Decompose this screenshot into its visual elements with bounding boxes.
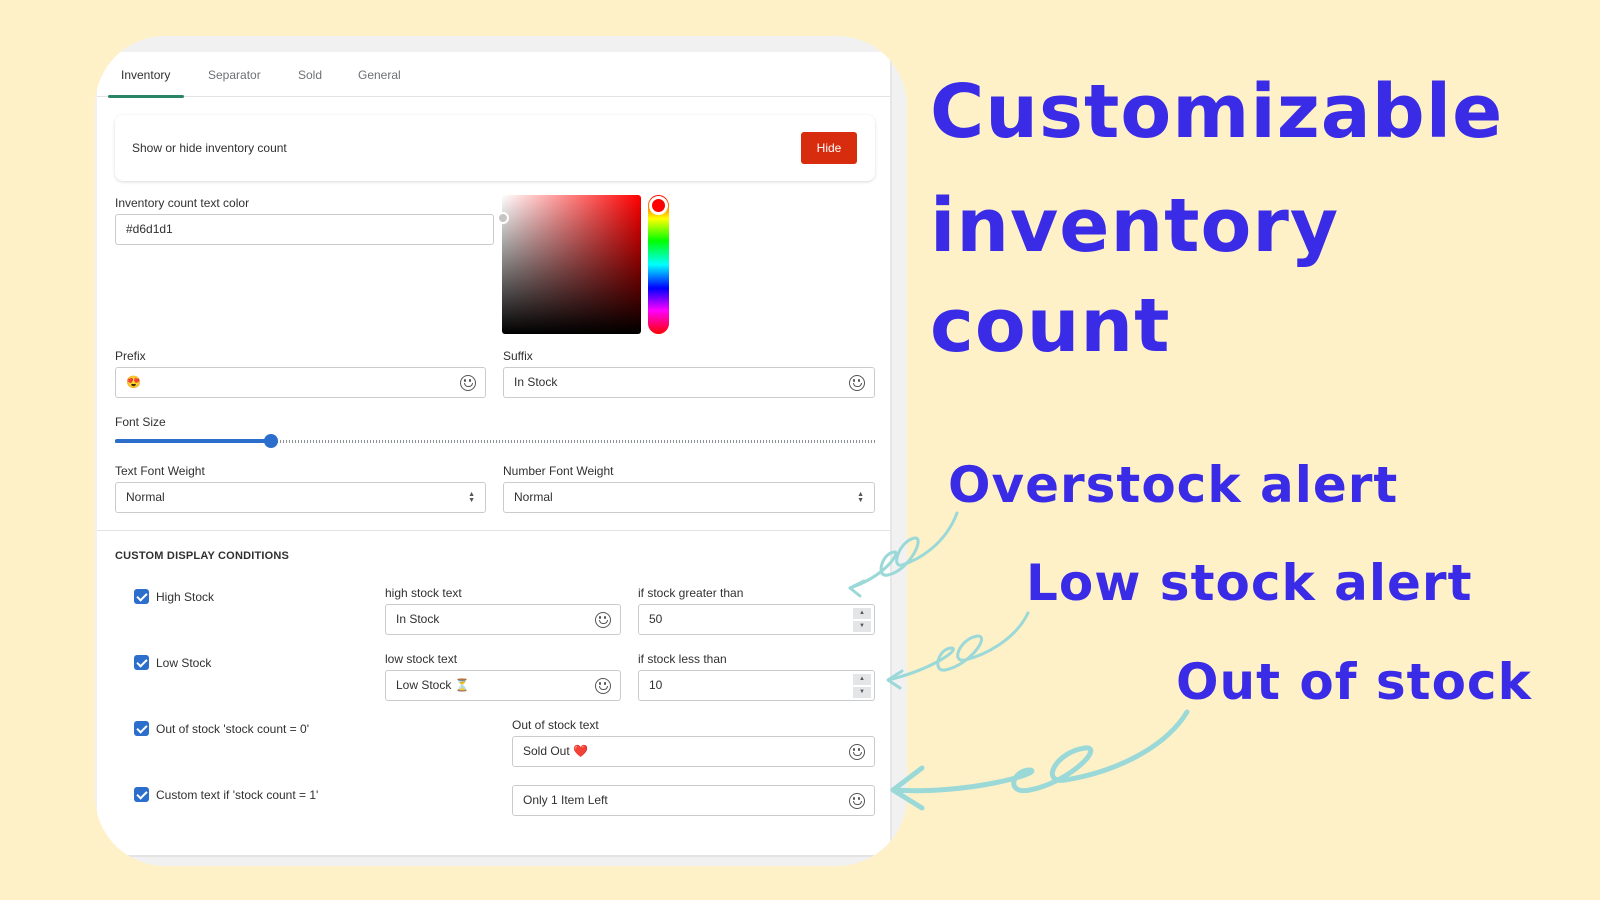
hue-handle[interactable] [649, 196, 668, 215]
high-threshold-value: 50 [649, 612, 663, 626]
emoji-picker-icon[interactable] [460, 375, 476, 391]
high-stock-label: High Stock [156, 590, 215, 604]
callout-out-of-stock: Out of stock [1176, 653, 1532, 711]
emoji-picker-icon[interactable] [849, 375, 865, 391]
decrement-button[interactable]: ▼ [853, 687, 871, 698]
out-of-stock-checkbox[interactable] [134, 721, 149, 736]
prefix-label: Prefix [115, 349, 146, 363]
visibility-label: Show or hide inventory count [132, 141, 287, 155]
low-stock-text-input[interactable]: Low Stock ⏳ [385, 670, 621, 701]
slider-fill [115, 439, 271, 443]
increment-button[interactable]: ▲ [853, 674, 871, 685]
tab-general[interactable]: General [358, 52, 401, 97]
visibility-card: Show or hide inventory count Hide [115, 115, 875, 181]
one-left-text-input[interactable]: Only 1 Item Left [512, 785, 875, 816]
emoji-picker-icon[interactable] [849, 744, 865, 760]
select-arrows-icon: ▲ ▼ [468, 491, 475, 504]
slider-thumb[interactable] [263, 434, 278, 448]
out-of-stock-text-label: Out of stock text [512, 718, 599, 732]
text-color-value: #d6d1d1 [126, 222, 173, 236]
conditions-title: CUSTOM DISPLAY CONDITIONS [115, 550, 290, 562]
section-divider [97, 530, 890, 531]
settings-panel: Inventory Separator Sold General Show or… [97, 52, 892, 857]
number-font-weight-select[interactable]: Normal ▲ ▼ [503, 482, 875, 513]
low-threshold-label: if stock less than [638, 652, 727, 666]
high-threshold-label: if stock greater than [638, 586, 744, 600]
select-arrows-icon: ▲ ▼ [857, 491, 864, 504]
tab-bar: Inventory Separator Sold General [97, 52, 890, 98]
number-font-weight-label: Number Font Weight [503, 464, 614, 478]
text-color-input[interactable]: #d6d1d1 [115, 214, 494, 245]
high-stock-text-label: high stock text [385, 586, 462, 600]
increment-button[interactable]: ▲ [853, 608, 871, 619]
headline-line-1: Customizable [930, 69, 1504, 155]
color-saturation-picker[interactable] [497, 195, 641, 334]
out-of-stock-arrow-icon [890, 709, 1190, 811]
low-stock-label: Low Stock [156, 656, 212, 670]
saturation-handle[interactable] [497, 212, 509, 224]
font-size-slider[interactable] [115, 434, 875, 448]
text-font-weight-select[interactable]: Normal ▲ ▼ [115, 482, 486, 513]
callout-overstock: Overstock alert [948, 456, 1399, 514]
one-left-label: Custom text if 'stock count = 1' [156, 788, 319, 802]
out-of-stock-text-value: Sold Out ❤️ [523, 744, 588, 758]
emoji-picker-icon[interactable] [849, 793, 865, 809]
emoji-picker-icon[interactable] [595, 678, 611, 694]
settings-panel-frame: Inventory Separator Sold General Show or… [95, 36, 907, 866]
one-left-text-value: Only 1 Item Left [523, 793, 608, 807]
prefix-value: 😍 [126, 375, 141, 389]
suffix-input[interactable]: In Stock [503, 367, 875, 398]
low-threshold-input[interactable]: 10 ▲ ▼ [638, 670, 875, 701]
low-stock-checkbox[interactable] [134, 655, 149, 670]
number-font-weight-value: Normal [514, 490, 553, 504]
emoji-picker-icon[interactable] [595, 612, 611, 628]
hide-button[interactable]: Hide [801, 132, 857, 164]
tab-sold[interactable]: Sold [298, 52, 322, 97]
font-size-label: Font Size [115, 415, 166, 429]
prefix-input[interactable]: 😍 [115, 367, 486, 398]
text-font-weight-label: Text Font Weight [115, 464, 205, 478]
high-stock-checkbox[interactable] [134, 589, 149, 604]
high-stock-text-input[interactable]: In Stock [385, 604, 621, 635]
low-threshold-value: 10 [649, 678, 663, 692]
tab-separator[interactable]: Separator [208, 52, 261, 97]
out-of-stock-text-input[interactable]: Sold Out ❤️ [512, 736, 875, 767]
suffix-value: In Stock [514, 375, 558, 389]
hue-slider[interactable] [648, 195, 669, 334]
high-threshold-input[interactable]: 50 ▲ ▼ [638, 604, 875, 635]
low-stock-arrow-icon [886, 611, 1030, 690]
high-stock-text-value: In Stock [396, 612, 440, 626]
number-stepper[interactable]: ▲ ▼ [853, 674, 871, 698]
one-left-checkbox[interactable] [134, 787, 149, 802]
number-stepper[interactable]: ▲ ▼ [853, 608, 871, 632]
low-stock-text-value: Low Stock ⏳ [396, 678, 470, 692]
headline-line-2: inventory count [930, 183, 1340, 369]
out-of-stock-label: Out of stock 'stock count = 0' [156, 722, 309, 736]
text-font-weight-value: Normal [126, 490, 165, 504]
suffix-label: Suffix [503, 349, 533, 363]
decrement-button[interactable]: ▼ [853, 621, 871, 632]
callout-low-stock: Low stock alert [1026, 554, 1473, 612]
low-stock-text-label: low stock text [385, 652, 458, 666]
tab-inventory[interactable]: Inventory [107, 52, 185, 98]
text-color-label: Inventory count text color [115, 196, 250, 210]
